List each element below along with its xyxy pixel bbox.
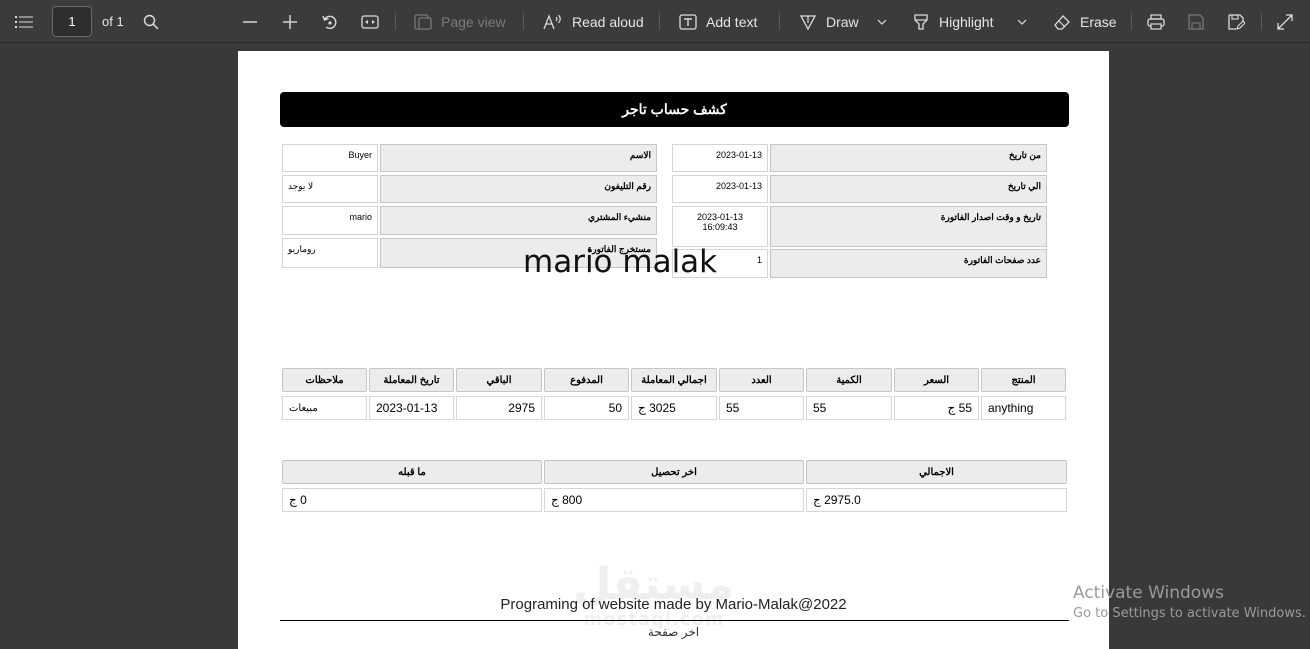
- last-page-label: اخر صفحة: [647, 625, 700, 639]
- summary-cell-last-payment: 800 ج: [544, 488, 804, 512]
- items-cell-quantity: 55: [806, 396, 892, 420]
- fit-page-button[interactable]: [361, 0, 379, 43]
- issue-date: 2023-01-13: [696, 212, 744, 222]
- items-cell-product: anything: [981, 396, 1066, 420]
- highlight-label: Highlight: [939, 13, 994, 30]
- fullscreen-button[interactable]: [1277, 0, 1293, 43]
- summary-header-last-payment: اخر تحصيل: [544, 460, 804, 484]
- field-label-creator: منشيء المشتري: [380, 206, 657, 235]
- items-header-paid: المدفوع: [544, 368, 629, 392]
- field-value-to-date: 2023-01-13: [672, 175, 768, 203]
- page-view-button[interactable]: Page view: [414, 0, 506, 43]
- field-label-name: الاسم: [380, 144, 657, 172]
- field-label-issue-datetime: تاريخ و وقت اصدار الفاتورة: [770, 206, 1047, 247]
- field-value-issue-datetime: 2023-01-13 16:09:43: [672, 206, 768, 247]
- highlight-button[interactable]: Highlight: [912, 0, 993, 43]
- expand-icon: [1277, 13, 1293, 30]
- items-header-count: العدد: [719, 368, 804, 392]
- activate-windows-notice: Activate Windows Go to Settings to activ…: [1073, 583, 1306, 621]
- footer-divider: [280, 620, 1069, 621]
- zoom-in-button[interactable]: [282, 0, 298, 43]
- field-value-creator: mario: [282, 206, 378, 235]
- field-value-issuer: روماريو: [282, 238, 378, 268]
- field-label-from-date: من تاريخ: [770, 144, 1047, 172]
- page-view-icon: [414, 13, 432, 30]
- draw-label: Draw: [826, 13, 859, 30]
- items-cell-notes: مبيعات: [282, 396, 367, 420]
- erase-label: Erase: [1080, 13, 1117, 30]
- items-header-price: السعر: [894, 368, 979, 392]
- summary-cell-previous: 0 ج: [282, 488, 542, 512]
- field-label-phone: رقم التليفون: [380, 175, 657, 203]
- page-total: of 1: [102, 14, 124, 29]
- summary-cell-total: 2975.0 ج: [806, 488, 1067, 512]
- pdf-toolbar: 1 of 1 Page view Read aloud Add text Dra…: [0, 0, 1310, 43]
- contents-button[interactable]: [15, 0, 33, 43]
- page-number-input[interactable]: 1: [52, 6, 92, 37]
- items-header-date: تاريخ المعاملة: [369, 368, 454, 392]
- items-cell-date: 2023-01-13: [369, 396, 454, 420]
- save-icon: [1188, 13, 1204, 30]
- plus-icon: [283, 14, 297, 29]
- draw-pen-icon: [799, 14, 817, 30]
- items-cell-price: 55 ج: [894, 396, 979, 420]
- items-cell-total: 3025 ج: [631, 396, 717, 420]
- items-cell-paid: 50: [544, 396, 629, 420]
- summary-header-previous: ما قبله: [282, 460, 542, 484]
- read-aloud-icon: [543, 13, 561, 29]
- items-header-quantity: الكمية: [806, 368, 892, 392]
- overlay-name-text: mario malak: [523, 244, 718, 280]
- save-as-icon: [1228, 13, 1245, 30]
- text-box-icon: [679, 13, 697, 30]
- page-view-label: Page view: [441, 13, 506, 30]
- field-label-page-count: عدد صفحات الفاتورة: [770, 249, 1047, 278]
- chevron-down-icon: [1017, 19, 1027, 25]
- field-value-from-date: 2023-01-13: [672, 144, 768, 172]
- document-title: كشف حساب تاجر: [280, 92, 1069, 127]
- activate-windows-title: Activate Windows: [1073, 583, 1224, 603]
- items-header-total: اجمالي المعاملة: [631, 368, 717, 392]
- items-cell-remaining: 2975: [456, 396, 542, 420]
- items-header-product: المنتج: [981, 368, 1066, 392]
- items-cell-count: 55: [719, 396, 804, 420]
- field-label-to-date: الي تاريخ: [770, 175, 1047, 203]
- zoom-out-button[interactable]: [242, 0, 258, 43]
- issue-time: 16:09:43: [702, 222, 738, 232]
- summary-header-total: الاجمالي: [806, 460, 1067, 484]
- list-icon: [15, 15, 33, 28]
- chevron-down-icon: [877, 19, 887, 25]
- print-button[interactable]: [1147, 0, 1165, 43]
- fit-width-icon: [361, 14, 379, 29]
- draw-options-button[interactable]: [877, 0, 887, 43]
- save-as-button[interactable]: [1228, 0, 1245, 43]
- rotate-button[interactable]: [321, 0, 339, 43]
- items-header-notes: ملاحظات: [282, 368, 367, 392]
- draw-button[interactable]: Draw: [799, 0, 859, 43]
- printer-icon: [1147, 13, 1165, 30]
- search-button[interactable]: [143, 0, 159, 43]
- erase-button[interactable]: Erase: [1053, 0, 1117, 43]
- search-icon: [143, 14, 159, 30]
- activate-windows-subtitle: Go to Settings to activate Windows.: [1073, 606, 1306, 621]
- eraser-icon: [1054, 14, 1070, 30]
- pdf-page: كشف حساب تاجر Buyer الاسم لا يوجد رقم ال…: [238, 51, 1109, 649]
- read-aloud-button[interactable]: Read aloud: [543, 0, 644, 43]
- field-value-phone: لا يوجد: [282, 175, 378, 203]
- minus-icon: [243, 20, 257, 23]
- add-text-label: Add text: [706, 13, 758, 30]
- rotate-icon: [322, 15, 337, 29]
- save-button[interactable]: [1188, 0, 1204, 43]
- items-header-remaining: الباقي: [456, 368, 542, 392]
- field-value-name: Buyer: [282, 144, 378, 172]
- add-text-button[interactable]: Add text: [679, 0, 757, 43]
- footer-credit: Programing of website made by Mario-Mala…: [500, 596, 847, 613]
- highlighter-icon: [914, 13, 928, 30]
- read-aloud-label: Read aloud: [572, 13, 644, 30]
- highlight-options-button[interactable]: [1017, 0, 1027, 43]
